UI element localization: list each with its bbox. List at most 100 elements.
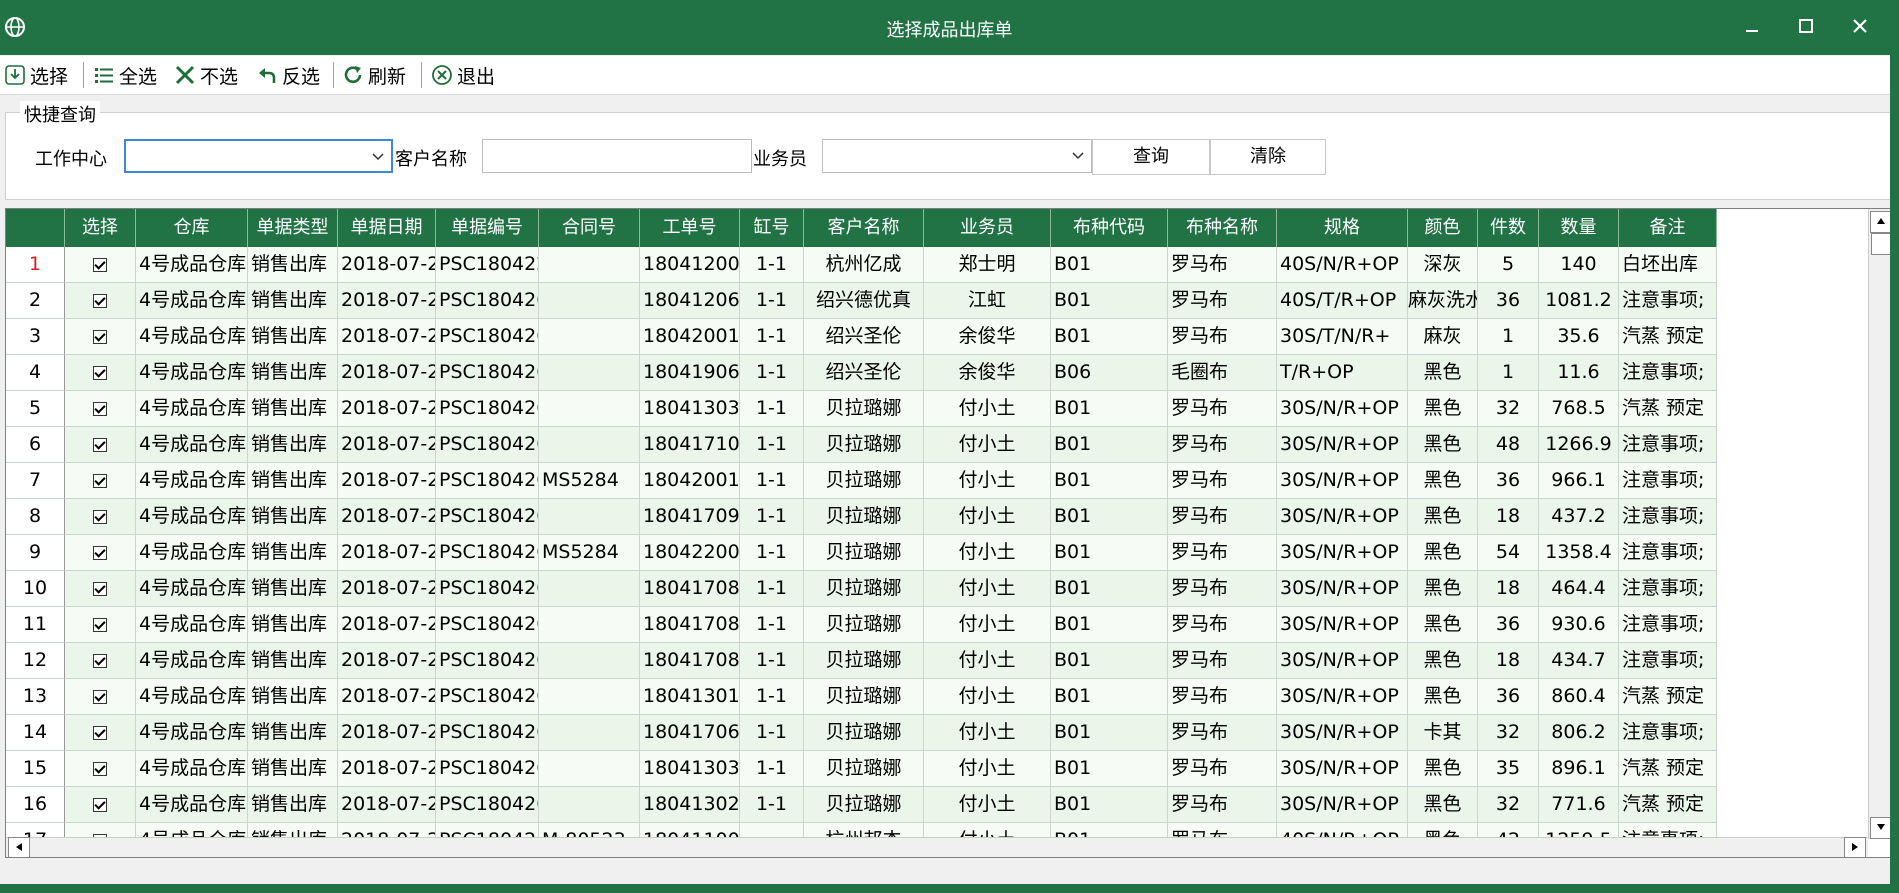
- table-row[interactable]: 7 4号成品仓库 销售出库 2018-07-2 PSC180426 MS5284 18042…: [6, 463, 1717, 499]
- checkbox[interactable]: [93, 653, 107, 668]
- work-center-combo[interactable]: [124, 139, 393, 173]
- cell-select[interactable]: [65, 679, 136, 715]
- table-row[interactable]: 104号成品仓库销售出库2018-07-2PSC1804261804170891…: [6, 571, 1717, 607]
- table-row[interactable]: 5 4号成品仓库销售出库2018-07-2PSC180426 1804130301-…: [6, 391, 1717, 427]
- table-row[interactable]: 124号成品仓库销售出库2018-07-2PSC1804261804170881…: [6, 643, 1717, 679]
- query-button[interactable]: 查询: [1092, 139, 1210, 175]
- checkbox[interactable]: [93, 725, 107, 740]
- column-header-spec[interactable]: 规格: [1277, 209, 1408, 247]
- column-header-quantity[interactable]: 数量: [1539, 209, 1619, 247]
- refresh-button[interactable]: 刷新: [342, 62, 406, 88]
- cell-select[interactable]: [65, 283, 136, 319]
- cell-select[interactable]: [65, 787, 136, 823]
- cell-select[interactable]: [65, 607, 136, 643]
- checkbox[interactable]: [93, 257, 107, 272]
- clear-button[interactable]: 清除: [1210, 139, 1326, 175]
- column-header-customer-name[interactable]: 客户名称: [804, 209, 924, 247]
- horizontal-scrollbar[interactable]: [6, 837, 1868, 857]
- scroll-left-button[interactable]: [8, 837, 30, 857]
- scroll-down-button[interactable]: [1870, 817, 1891, 839]
- checkbox[interactable]: [93, 761, 107, 776]
- row-header[interactable]: 4: [6, 355, 65, 391]
- cell-select[interactable]: [65, 715, 136, 751]
- table-row[interactable]: 2 4号成品仓库销售出库2018-07-2PSC180426 1804120631-…: [6, 283, 1717, 319]
- checkbox[interactable]: [93, 401, 107, 416]
- table-row[interactable]: 11 4号成品仓库销售出库2018-07-2PSC180426 1804170821…: [6, 607, 1717, 643]
- select-all-button[interactable]: 全选: [93, 62, 157, 88]
- table-row[interactable]: 16 4号成品仓库销售出库2018-07-2PSC180426 1804130291…: [6, 787, 1717, 823]
- table-row[interactable]: 13 4号成品仓库销售出库2018-07-2PSC180426 1804130151…: [6, 679, 1717, 715]
- column-header-vat-no[interactable]: 缸号: [740, 209, 804, 247]
- cell-select[interactable]: [65, 319, 136, 355]
- checkbox[interactable]: [93, 581, 107, 596]
- column-header-doc-no[interactable]: 单据编号: [436, 209, 539, 247]
- exit-button[interactable]: 退出: [431, 62, 495, 88]
- checkbox[interactable]: [93, 797, 107, 812]
- column-header-doc-type[interactable]: 单据类型: [248, 209, 338, 247]
- checkbox[interactable]: [93, 329, 107, 344]
- checkbox[interactable]: [93, 545, 107, 560]
- cell-select[interactable]: [65, 499, 136, 535]
- column-header-select[interactable]: 选择: [65, 209, 136, 247]
- cell-select[interactable]: [65, 247, 136, 283]
- row-header[interactable]: 9: [6, 535, 65, 571]
- cell-select[interactable]: [65, 535, 136, 571]
- checkbox[interactable]: [93, 293, 107, 308]
- scroll-thumb[interactable]: [1871, 233, 1891, 255]
- row-header[interactable]: 13: [6, 679, 65, 715]
- select-none-button[interactable]: 不选: [174, 62, 238, 88]
- column-header-color[interactable]: 颜色: [1408, 209, 1478, 247]
- cell-select[interactable]: [65, 643, 136, 679]
- maximize-button[interactable]: [1786, 12, 1826, 44]
- checkbox[interactable]: [93, 365, 107, 380]
- column-header-salesman[interactable]: 业务员: [924, 209, 1051, 247]
- column-header-fabric-name[interactable]: 布种名称: [1168, 209, 1277, 247]
- invert-button[interactable]: 反选: [256, 62, 320, 88]
- row-header[interactable]: 15: [6, 751, 65, 787]
- cell-select[interactable]: [65, 571, 136, 607]
- scroll-right-button[interactable]: [1844, 837, 1866, 857]
- row-header[interactable]: 16: [6, 787, 65, 823]
- table-row[interactable]: 4 4号成品仓库销售出库2018-07-2PSC180426 1804190691-…: [6, 355, 1717, 391]
- row-header[interactable]: 3: [6, 319, 65, 355]
- table-row[interactable]: 14 4号成品仓库销售出库2018-07-2PSC180426 1804170681…: [6, 715, 1717, 751]
- select-button[interactable]: 选择: [4, 62, 68, 88]
- row-header[interactable]: 8: [6, 499, 65, 535]
- row-header[interactable]: 2: [6, 283, 65, 319]
- table-row[interactable]: 9 4号成品仓库 销售出库 2018-07-2 PSC180426 MS5284 18042…: [6, 535, 1717, 571]
- scroll-up-button[interactable]: [1870, 211, 1891, 233]
- checkbox[interactable]: [93, 689, 107, 704]
- salesman-combo[interactable]: [822, 139, 1092, 173]
- column-header-fabric-code[interactable]: 布种代码: [1051, 209, 1168, 247]
- column-header-warehouse[interactable]: 仓库: [136, 209, 248, 247]
- cell-select[interactable]: [65, 391, 136, 427]
- row-header[interactable]: 14: [6, 715, 65, 751]
- row-header[interactable]: 7: [6, 463, 65, 499]
- cell-select[interactable]: [65, 427, 136, 463]
- table-row[interactable]: 15 4号成品仓库销售出库2018-07-2PSC180426 1804130311…: [6, 751, 1717, 787]
- row-header[interactable]: 5: [6, 391, 65, 427]
- close-button[interactable]: [1840, 12, 1880, 44]
- row-header[interactable]: 6: [6, 427, 65, 463]
- checkbox[interactable]: [93, 437, 107, 452]
- table-row[interactable]: 6 4号成品仓库销售出库2018-07-2PSC180426 1804171041-…: [6, 427, 1717, 463]
- checkbox[interactable]: [93, 473, 107, 488]
- column-header-work-order-no[interactable]: 工单号: [640, 209, 740, 247]
- table-row[interactable]: 1 4号成品仓库销售出库2018-07-2PSC180422 1804120051-…: [6, 247, 1717, 283]
- checkbox[interactable]: [93, 509, 107, 524]
- checkbox[interactable]: [93, 617, 107, 632]
- column-header-remark[interactable]: 备注: [1619, 209, 1717, 247]
- cell-select[interactable]: [65, 751, 136, 787]
- cell-select[interactable]: [65, 463, 136, 499]
- minimize-button[interactable]: [1732, 12, 1772, 44]
- column-header-pieces[interactable]: 件数: [1478, 209, 1539, 247]
- column-header-doc-date[interactable]: 单据日期: [338, 209, 436, 247]
- customer-input[interactable]: [482, 139, 752, 173]
- row-header[interactable]: 12: [6, 643, 65, 679]
- row-header[interactable]: 11: [6, 607, 65, 643]
- table-row[interactable]: 3 4号成品仓库销售出库2018-07-2PSC180426 1804200121-…: [6, 319, 1717, 355]
- cell-select[interactable]: [65, 355, 136, 391]
- vertical-scrollbar[interactable]: [1868, 209, 1891, 839]
- row-header[interactable]: 10: [6, 571, 65, 607]
- table-row[interactable]: 8 4号成品仓库销售出库2018-07-2PSC180426 1804170901-…: [6, 499, 1717, 535]
